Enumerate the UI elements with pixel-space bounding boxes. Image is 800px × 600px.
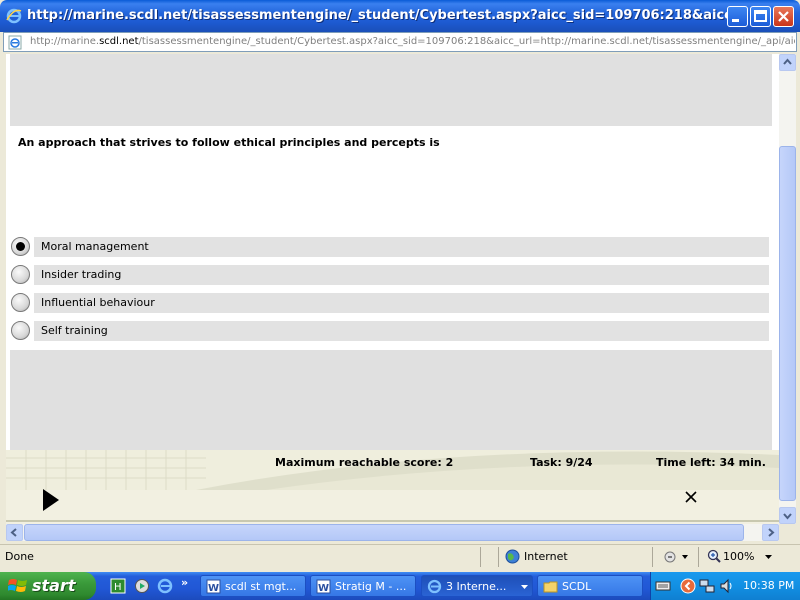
close-quiz-icon[interactable]: [684, 490, 698, 504]
radio-button[interactable]: [11, 293, 30, 312]
word-icon: W: [206, 579, 221, 594]
protected-mode-icon[interactable]: [663, 549, 689, 564]
svg-text:H: H: [114, 582, 122, 593]
arrow-down-icon: [783, 513, 792, 520]
footer-divider: [6, 520, 779, 522]
task-label: SCDL: [562, 580, 592, 593]
status-separator: [698, 547, 699, 567]
taskbar-item-word-1[interactable]: W scdl st mgt...: [200, 575, 306, 597]
task-label: Stratig M - ...: [335, 580, 407, 593]
answer-option-1[interactable]: Moral management: [11, 237, 771, 258]
header-panel: [10, 54, 772, 126]
answer-option-3[interactable]: Influential behaviour: [11, 293, 771, 314]
status-separator: [652, 547, 653, 567]
option-label: Influential behaviour: [41, 296, 155, 309]
minimize-icon: [732, 19, 739, 22]
quiz-footer: Maximum reachable score: 2 Task: 9/24 Ti…: [6, 450, 779, 524]
task-counter: Task: 9/24: [530, 456, 593, 469]
svg-text:W: W: [318, 583, 329, 594]
vertical-scroll-thumb[interactable]: [779, 146, 796, 501]
option-bar[interactable]: [34, 321, 769, 341]
start-button[interactable]: start: [0, 572, 96, 600]
chevron-down-icon[interactable]: [765, 555, 772, 559]
task-label: 3 Interne...: [446, 580, 507, 593]
maximize-icon: [754, 10, 767, 22]
window-title: http://marine.scdl.net/tisassessmentengi…: [27, 8, 727, 23]
ie-quicklaunch-icon[interactable]: [157, 578, 173, 594]
browser-window: http://marine.scdl.net/tisassessmentengi…: [0, 0, 800, 572]
answer-option-4[interactable]: Self training: [11, 321, 771, 342]
word-icon: W: [316, 579, 331, 594]
svg-text:W: W: [208, 583, 219, 594]
horizontal-scrollbar[interactable]: [6, 524, 779, 541]
scroll-down-button[interactable]: [779, 507, 796, 524]
status-separator: [498, 547, 499, 567]
horizontal-scroll-thumb[interactable]: [24, 524, 744, 541]
chevron-down-icon: [521, 585, 528, 589]
page-content: An approach that strives to follow ethic…: [6, 54, 779, 524]
security-zone: Internet: [524, 550, 568, 563]
maximize-button[interactable]: [750, 6, 771, 27]
scroll-right-button[interactable]: [762, 524, 779, 541]
arrow-left-icon: [10, 528, 17, 537]
status-bar: Done Internet 100%: [0, 544, 800, 568]
taskbar-item-word-2[interactable]: W Stratig M - ...: [310, 575, 416, 597]
play-next-icon[interactable]: [42, 488, 60, 512]
system-tray: 10:38 PM: [650, 572, 800, 600]
quicklaunch-more-icon[interactable]: »: [181, 576, 188, 589]
radio-button[interactable]: [11, 321, 30, 340]
status-separator: [480, 547, 481, 567]
option-label: Insider trading: [41, 268, 122, 281]
option-label: Self training: [41, 324, 108, 337]
windows-logo-icon: [8, 579, 27, 592]
clock: 10:38 PM: [743, 579, 795, 592]
time-left: Time left: 34 min.: [656, 456, 766, 469]
question-text: An approach that strives to follow ethic…: [18, 136, 440, 149]
globe-icon: [505, 549, 520, 564]
vertical-scrollbar[interactable]: [779, 54, 796, 524]
ie-icon: [427, 579, 442, 594]
radio-button[interactable]: [11, 237, 30, 256]
option-bar[interactable]: [34, 265, 769, 285]
taskbar: start H » W scdl st mgt... W Stratig M -…: [0, 572, 800, 600]
chevron-left-icon[interactable]: [680, 578, 696, 594]
status-text: Done: [5, 550, 34, 563]
minimize-button[interactable]: [727, 6, 748, 27]
ie-page-icon: [8, 35, 22, 50]
speaker-icon[interactable]: [719, 578, 735, 594]
network-icon[interactable]: [699, 578, 715, 594]
scroll-left-button[interactable]: [6, 524, 23, 541]
arrow-right-icon: [768, 528, 775, 537]
taskbar-item-ie-group[interactable]: 3 Interne...: [421, 575, 533, 597]
zoom-icon[interactable]: [707, 549, 721, 563]
close-button[interactable]: [773, 6, 794, 27]
ie-icon: [6, 8, 22, 24]
task-label: scdl st mgt...: [225, 580, 297, 593]
media-player-icon[interactable]: [134, 578, 150, 594]
url-host: scdl.net: [99, 36, 139, 47]
taskbar-item-folder[interactable]: SCDL: [537, 575, 643, 597]
start-label: start: [32, 576, 76, 595]
keyboard-icon[interactable]: [655, 578, 671, 594]
quicklaunch-app-icon[interactable]: H: [110, 578, 126, 594]
address-bar[interactable]: http://marine.scdl.net/tisassessmentengi…: [3, 32, 797, 52]
radio-selected-dot: [16, 242, 25, 251]
option-label: Moral management: [41, 240, 149, 253]
max-score: Maximum reachable score: 2: [275, 456, 454, 469]
answer-option-2[interactable]: Insider trading: [11, 265, 771, 286]
close-icon: [778, 11, 789, 22]
url-rest: /tisassessmentengine/_student/Cybertest.…: [138, 36, 796, 47]
url-prefix: http://marine.: [30, 36, 100, 47]
title-bar[interactable]: http://marine.scdl.net/tisassessmentengi…: [0, 0, 800, 32]
scroll-up-button[interactable]: [779, 54, 796, 71]
folder-icon: [543, 581, 558, 593]
arrow-up-icon: [783, 58, 792, 65]
zoom-level[interactable]: 100%: [723, 550, 754, 563]
radio-button[interactable]: [11, 265, 30, 284]
address-url[interactable]: http://marine.scdl.net/tisassessmentengi…: [30, 36, 795, 47]
lower-panel: [10, 350, 772, 450]
